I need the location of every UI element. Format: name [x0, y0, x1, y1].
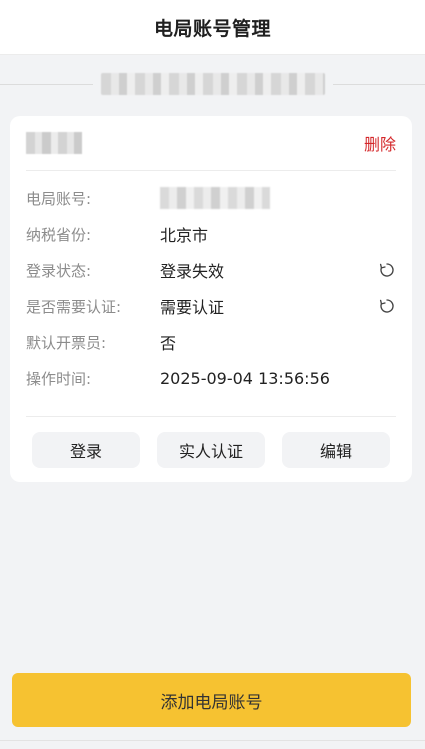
divider-line-left: [0, 83, 93, 85]
info-row-login-status: 登录状态: 登录失效: [26, 252, 396, 288]
account-number-redacted: [160, 187, 270, 209]
info-label: 默认开票员:: [26, 333, 107, 352]
info-row-account: 电局账号:: [26, 180, 396, 216]
info-label: 操作时间:: [26, 369, 92, 388]
refresh-icon[interactable]: [378, 297, 396, 315]
info-row-need-verify: 是否需要认证: 需要认证: [26, 288, 396, 324]
info-value: 北京市: [160, 226, 209, 245]
info-label: 纳税省份:: [26, 225, 92, 244]
info-value: 登录失效: [160, 262, 225, 281]
page-header: 电局账号管理: [0, 0, 425, 55]
page-title: 电局账号管理: [153, 17, 271, 40]
login-button[interactable]: 登录: [32, 431, 140, 468]
info-label: 电局账号:: [26, 189, 92, 208]
info-value: 需要认证: [160, 298, 225, 317]
account-info-list: 电局账号: 纳税省份: 北京市 登录状态: 登录失效 是否需要认证: 需要认证 …: [26, 180, 396, 396]
divider-line-right: [332, 83, 425, 85]
edit-button[interactable]: 编辑: [282, 431, 390, 468]
info-row-operate-time: 操作时间: 2025-09-04 13:56:56: [26, 360, 396, 396]
bottom-divider: [0, 740, 425, 741]
add-account-button[interactable]: 添加电局账号: [12, 673, 411, 727]
account-card-actions: 登录 实人认证 编辑: [26, 416, 396, 482]
company-name-redacted: [100, 73, 325, 95]
delete-button[interactable]: 删除: [364, 131, 396, 155]
info-value: 2025-09-04 13:56:56: [160, 368, 330, 388]
info-value: 否: [160, 334, 177, 353]
info-label: 登录状态:: [26, 261, 92, 280]
info-row-province: 纳税省份: 北京市: [26, 216, 396, 252]
account-card: 删除 电局账号: 纳税省份: 北京市 登录状态: 登录失效 是否需要认证: 需要…: [10, 116, 412, 482]
real-name-verify-button[interactable]: 实人认证: [157, 431, 265, 468]
info-label: 是否需要认证:: [26, 297, 122, 316]
refresh-icon[interactable]: [378, 261, 396, 279]
account-card-header: 删除: [26, 116, 396, 171]
info-row-default-drawer: 默认开票员: 否: [26, 324, 396, 360]
company-divider: [0, 70, 425, 98]
account-name-redacted: [26, 132, 82, 154]
